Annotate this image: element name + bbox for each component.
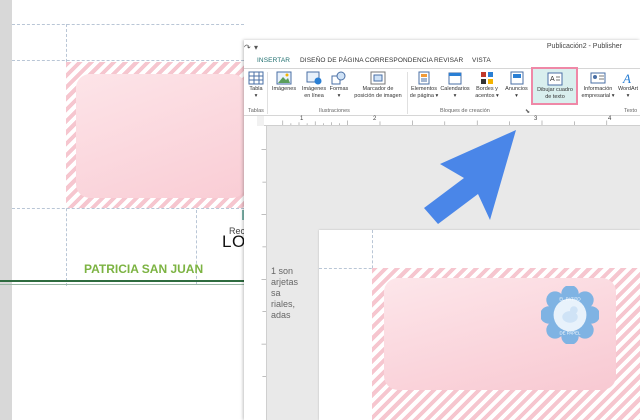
calendars-label: Calendarios bbox=[440, 86, 470, 92]
margin-guide bbox=[12, 208, 244, 209]
table-button[interactable]: Tabla ▾ bbox=[246, 71, 266, 99]
business-info-button[interactable]: Información empresarial ▾ bbox=[580, 71, 616, 99]
page-parts-button[interactable]: Elementos de página ▾ bbox=[409, 71, 439, 99]
group-label-illustrations: Ilustraciones bbox=[319, 108, 350, 114]
table-label: Tabla bbox=[249, 86, 263, 92]
ribbon-tabs: INSERTAR DISEÑO DE PÁGINA CORRESPONDENCI… bbox=[244, 54, 640, 82]
group-label-building-blocks: Bloques de creación bbox=[440, 108, 490, 114]
group-separator bbox=[267, 72, 268, 114]
picture-placeholder-button[interactable]: Marcador de posición de imagen bbox=[353, 71, 403, 99]
green-divider bbox=[0, 280, 250, 282]
wordart-icon: A bbox=[622, 71, 631, 85]
ads-dropdown-label: ▾ bbox=[515, 92, 518, 99]
table-icon bbox=[248, 71, 264, 85]
background-card-text-big: LO bbox=[222, 232, 246, 251]
redo-icon[interactable]: ↷ bbox=[244, 43, 251, 52]
ruler-number: 2 bbox=[373, 116, 377, 122]
picture-placeholder-label-2: posición de imagen bbox=[354, 92, 402, 99]
ruler-number: 3 bbox=[534, 116, 538, 122]
page-parts-label-2: de página ▾ bbox=[409, 92, 439, 99]
business-info-label-1: Información bbox=[583, 86, 613, 92]
borders-label-1: Bordes y bbox=[476, 86, 498, 92]
dialog-launcher-icon[interactable]: ⬊ bbox=[525, 108, 530, 115]
text-fragment: adas bbox=[271, 310, 291, 320]
window-title: Publicación2 - Publisher bbox=[546, 43, 622, 50]
quick-access-dropdown-icon[interactable]: ▾ bbox=[254, 43, 258, 52]
ribbon: Tabla ▾ Imágenes Imágenes en línea Forma… bbox=[244, 67, 640, 116]
scalloped-badge-logo[interactable]: EL PATITO DE PAPEL bbox=[541, 286, 599, 344]
picture-placeholder-icon bbox=[370, 71, 386, 85]
tab-correspondencia[interactable]: CORRESPONDENCIA bbox=[365, 57, 433, 64]
wordart-label: WordArt bbox=[617, 86, 639, 92]
pictures-button[interactable]: Imágenes bbox=[269, 71, 299, 93]
wordart-dropdown-label: ▾ bbox=[626, 92, 630, 99]
shapes-icon bbox=[331, 71, 346, 85]
svg-text:A: A bbox=[622, 71, 631, 85]
tab-vista[interactable]: VISTA bbox=[472, 57, 491, 64]
draw-text-box-icon: A bbox=[547, 72, 563, 86]
shapes-dropdown-label: ▾ bbox=[337, 92, 341, 99]
calendar-icon bbox=[448, 72, 462, 85]
pictures-label: Imágenes bbox=[271, 86, 297, 92]
online-pictures-label-1: Imágenes bbox=[301, 86, 327, 92]
ads-icon bbox=[510, 71, 523, 85]
pictures-icon bbox=[276, 71, 292, 85]
business-info-icon bbox=[590, 72, 606, 84]
ruler-number: 4 bbox=[608, 116, 612, 122]
calendars-button[interactable]: Calendarios ▾ bbox=[440, 71, 470, 99]
margin-guide bbox=[12, 60, 244, 61]
online-pictures-label-2: en línea bbox=[304, 92, 324, 99]
draw-text-box-button[interactable]: A Dibujar cuadro de texto bbox=[533, 72, 577, 100]
margin-guide bbox=[12, 24, 244, 25]
table-dropdown-label: ▾ bbox=[254, 92, 258, 99]
text-fragment: riales, bbox=[271, 299, 296, 309]
shapes-label: Formas bbox=[329, 86, 349, 92]
group-separator bbox=[407, 72, 408, 114]
page-parts-icon bbox=[418, 71, 430, 85]
text-fragment: sa bbox=[271, 288, 281, 298]
business-info-label-2: empresarial ▾ bbox=[581, 92, 615, 99]
borders-accents-button[interactable]: Bordes y acentos ▾ bbox=[472, 71, 502, 99]
text-fragment: arjetas bbox=[271, 277, 299, 287]
wordart-button[interactable]: A WordArt ▾ bbox=[616, 71, 640, 99]
calendars-dropdown-label: ▾ bbox=[453, 92, 457, 99]
borders-icon bbox=[481, 72, 493, 84]
draw-text-box-label-1: Dibujar cuadro bbox=[537, 87, 573, 93]
ads-label: Anuncios bbox=[505, 86, 528, 92]
background-card-panel bbox=[76, 74, 246, 198]
title-bar: ↷ ▾ Publicación2 - Publisher bbox=[244, 40, 640, 54]
online-pictures-icon bbox=[306, 71, 322, 85]
badge-bottom-text: DE PAPEL bbox=[560, 330, 582, 335]
text-fragment: 1 son bbox=[271, 266, 294, 276]
name-text: PATRICIA SAN JUAN bbox=[84, 262, 204, 276]
draw-text-box-label-2: de texto bbox=[545, 93, 565, 100]
page-parts-label-1: Elementos bbox=[411, 86, 437, 92]
workspace-gray-strip bbox=[0, 0, 12, 420]
picture-placeholder-label-1: Marcador de bbox=[362, 86, 394, 92]
svg-text:A: A bbox=[550, 76, 555, 83]
tab-insertar[interactable]: INSERTAR bbox=[257, 57, 290, 64]
pointer-arrow-icon bbox=[424, 130, 516, 224]
tab-revisar[interactable]: REVISAR bbox=[434, 57, 463, 64]
borders-label-2: acentos ▾ bbox=[475, 92, 499, 99]
group-label-text: Texto bbox=[624, 108, 638, 114]
vertical-ruler[interactable] bbox=[257, 126, 267, 420]
ads-button[interactable]: Anuncios ▾ bbox=[503, 71, 530, 99]
group-label-tables: Tablas bbox=[248, 108, 264, 114]
online-pictures-button[interactable]: Imágenes en línea bbox=[299, 71, 329, 99]
badge-top-text: EL PATITO bbox=[559, 297, 581, 302]
ruler-number: 1 bbox=[300, 116, 304, 122]
tab-diseno-de-pagina[interactable]: DISEÑO DE PÁGINA bbox=[300, 57, 364, 64]
shapes-button[interactable]: Formas ▾ bbox=[328, 71, 350, 99]
